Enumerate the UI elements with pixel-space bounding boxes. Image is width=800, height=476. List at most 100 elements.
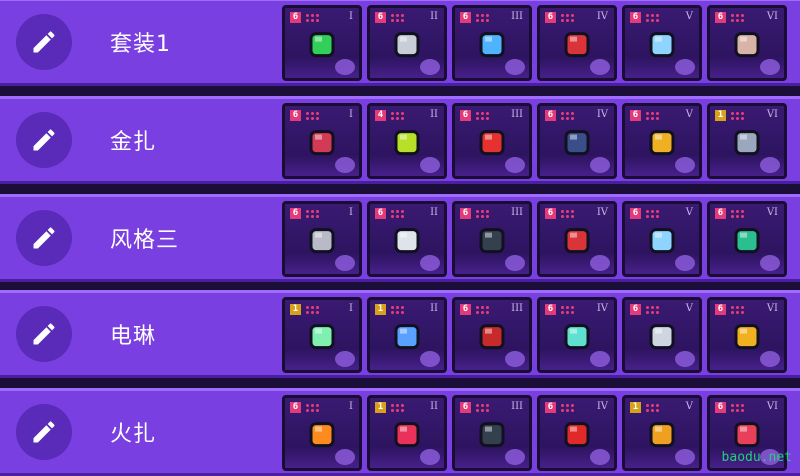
loadout-row: 火扎 6 I 1 II 6 III 6 IV 1 V 6 VI [0,388,800,476]
set-bonus-icon [335,59,355,75]
item-slot[interactable]: 6 V [622,5,702,81]
loadout-header: 电琳 [0,293,276,375]
item-slot[interactable]: 6 III [452,103,532,179]
gauntlet-icon [302,221,342,261]
item-slot[interactable]: 1 I [282,297,362,373]
umbrella-logo-icon [557,221,597,261]
level-badge: 6 [630,110,641,121]
tier-dots [390,305,404,314]
item-slot[interactable]: 6 III [452,201,532,277]
pencil-icon [33,227,55,249]
level-badge: 1 [630,402,641,413]
loadout-name[interactable]: 套装1 [110,26,171,58]
pencil-icon [33,323,55,345]
slot-numeral: III [511,11,523,22]
item-slot[interactable]: 6 IV [537,395,617,471]
item-slot[interactable]: 1 V [622,395,702,471]
set-bonus-icon [590,351,610,367]
slot-numeral: I [349,11,353,22]
slot-numeral: II [430,303,438,314]
tier-dots [475,111,489,120]
slot-numeral: I [349,109,353,120]
item-slot[interactable]: 6 III [452,5,532,81]
item-slot[interactable]: 6 VI [707,201,787,277]
tier-dots [475,209,489,218]
loadout-header: 金扎 [0,99,276,181]
item-slot[interactable]: 6 III [452,297,532,373]
loadout-name[interactable]: 火扎 [110,416,156,448]
item-slot[interactable]: 1 VI [707,103,787,179]
slot-numeral: I [349,401,353,412]
slime-icon [387,123,427,163]
amulet-icon [472,25,512,65]
item-slot[interactable]: 6 IV [537,201,617,277]
item-slot[interactable]: 6 IV [537,5,617,81]
tier-dots [560,209,574,218]
slot-numeral: I [349,207,353,218]
edit-button[interactable] [16,210,72,266]
item-slots: 6 I 6 II 6 III 6 IV 6 V 6 VI [282,201,787,279]
item-slot[interactable]: 6 I [282,395,362,471]
edit-button[interactable] [16,14,72,70]
item-slot[interactable]: 6 II [367,5,447,81]
item-slot[interactable]: 6 II [367,201,447,277]
item-slot[interactable]: 6 V [622,297,702,373]
item-slot[interactable]: 1 II [367,395,447,471]
slot-numeral: II [430,11,438,22]
edit-button[interactable] [16,306,72,362]
tier-dots [390,13,404,22]
level-badge: 6 [460,304,471,315]
item-slot[interactable]: 6 III [452,395,532,471]
loadout-name[interactable]: 金扎 [110,124,156,156]
item-slot[interactable]: 1 II [367,297,447,373]
item-slot[interactable]: 6 IV [537,297,617,373]
tier-dots [560,13,574,22]
loadout-name[interactable]: 风格三 [110,222,179,254]
level-badge: 6 [290,402,301,413]
item-slot[interactable]: 6 VI [707,297,787,373]
battery-icon [727,317,767,357]
edit-button[interactable] [16,112,72,168]
umbrella-logo-icon [557,25,597,65]
item-slots: 1 I 1 II 6 III 6 IV 6 V 6 VI [282,297,787,375]
set-bonus-icon [335,351,355,367]
item-slot[interactable]: 6 I [282,5,362,81]
item-slot[interactable]: 6 VI [707,5,787,81]
set-bonus-icon [675,351,695,367]
item-slot[interactable]: 6 V [622,103,702,179]
item-slot[interactable]: 6 I [282,103,362,179]
set-bonus-icon [335,157,355,173]
red-blade-icon [557,415,597,455]
item-slot[interactable]: 4 II [367,103,447,179]
set-bonus-icon [590,449,610,465]
item-slot[interactable]: 6 V [622,201,702,277]
tier-dots [730,209,744,218]
set-bonus-icon [675,255,695,271]
set-bonus-icon [420,449,440,465]
set-bonus-icon [505,255,525,271]
tier-dots [390,403,404,412]
item-slot[interactable]: 6 IV [537,103,617,179]
level-badge: 6 [630,304,641,315]
tier-dots [730,13,744,22]
level-badge: 6 [545,402,556,413]
loadout-header: 套装1 [0,1,276,83]
level-badge: 1 [375,304,386,315]
edit-button[interactable] [16,404,72,460]
tier-dots [560,403,574,412]
level-badge: 6 [460,12,471,23]
level-badge: 6 [375,12,386,23]
level-badge: 6 [460,110,471,121]
loadout-name[interactable]: 电琳 [110,318,156,350]
level-badge: 6 [545,304,556,315]
set-bonus-icon [590,59,610,75]
slot-numeral: V [685,207,693,218]
tier-dots [730,305,744,314]
item-slot[interactable]: 6 I [282,201,362,277]
slot-numeral: IV [596,11,608,22]
level-badge: 6 [545,208,556,219]
tier-dots [645,305,659,314]
document-icon [642,221,682,261]
shield-orb-icon [302,123,342,163]
pencil-icon [33,421,55,443]
